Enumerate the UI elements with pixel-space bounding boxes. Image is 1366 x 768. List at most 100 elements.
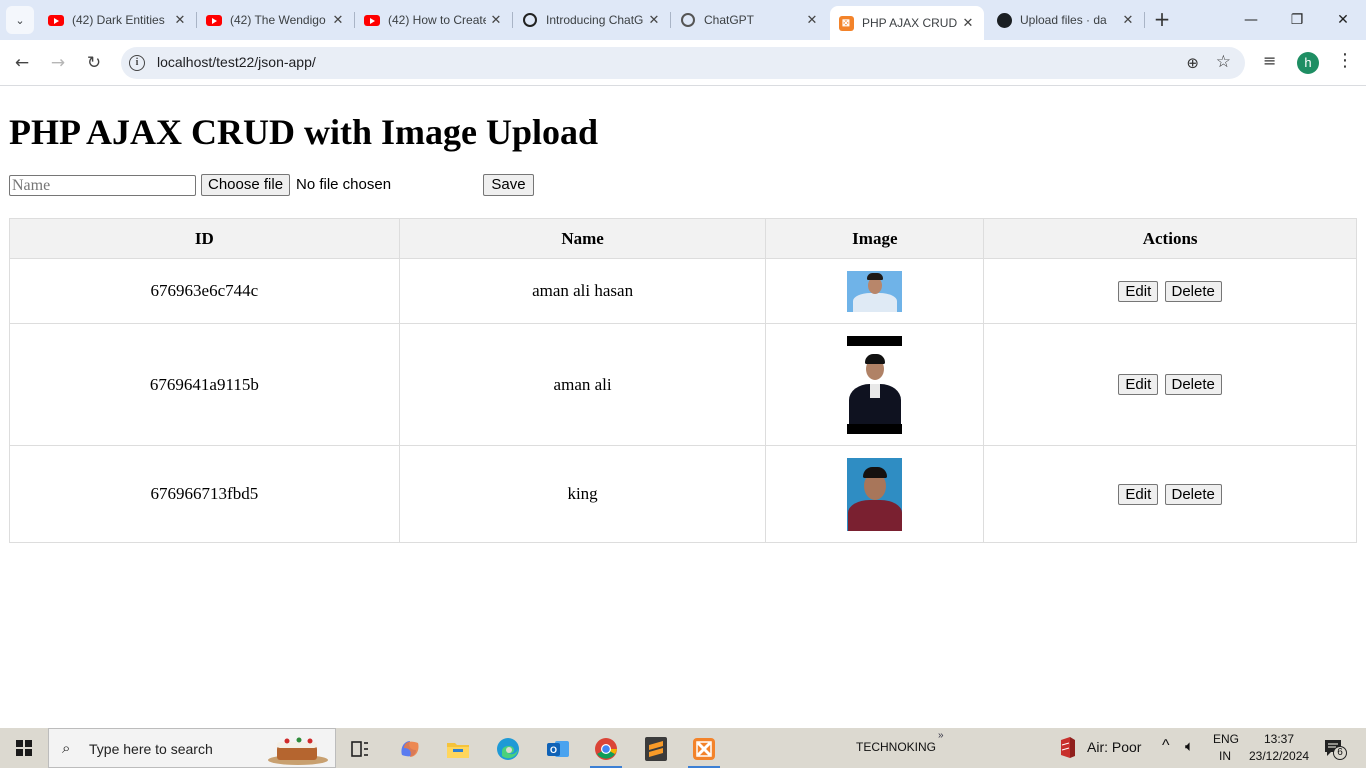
close-tab-icon[interactable]: ✕ xyxy=(802,12,822,28)
reload-icon[interactable]: ↻ xyxy=(80,49,108,77)
menu-kebab-icon[interactable]: ⋮ xyxy=(1336,50,1354,71)
tab-title: (42) Dark Entities xyxy=(72,13,165,27)
tab-title: PHP AJAX CRUD xyxy=(862,16,958,30)
browser-tab-2[interactable]: (42) The Wendigo ✕ xyxy=(198,4,355,36)
browser-tab-active[interactable]: ⊠ PHP AJAX CRUD ✕ xyxy=(830,6,984,40)
row-actions: Edit Delete xyxy=(983,258,1357,324)
file-explorer-icon[interactable] xyxy=(438,732,478,766)
site-info-icon[interactable]: i xyxy=(129,55,145,71)
name-input[interactable] xyxy=(9,175,196,196)
row-name: aman ali xyxy=(398,323,767,446)
close-tab-icon[interactable]: ✕ xyxy=(170,12,190,28)
header-name: Name xyxy=(398,218,767,259)
minimize-icon[interactable]: — xyxy=(1228,0,1274,40)
xampp-taskbar-icon[interactable] xyxy=(684,732,724,768)
technoking-toolbar-label[interactable]: TECHNOKING xyxy=(856,740,936,754)
address-bar[interactable]: i localhost/test22/json-app/ ⊕ ☆ xyxy=(121,47,1245,79)
notification-count-badge: 6 xyxy=(1333,746,1347,760)
clock-time[interactable]: 13:37 xyxy=(1264,732,1294,746)
svg-text:O: O xyxy=(550,745,557,755)
file-status-text: No file chosen xyxy=(296,176,392,193)
save-button[interactable]: Save xyxy=(483,174,534,196)
profile-avatar[interactable]: h xyxy=(1297,52,1319,74)
row-name: king xyxy=(398,445,767,543)
copilot-icon[interactable] xyxy=(390,732,430,766)
browser-tab-1[interactable]: (42) Dark Entities ✕ xyxy=(40,4,197,36)
openai-icon xyxy=(680,12,696,28)
outlook-icon[interactable]: O xyxy=(538,732,578,766)
row-actions: Edit Delete xyxy=(983,323,1357,446)
row-id: 676963e6c744c xyxy=(9,258,400,324)
air-quality-icon xyxy=(1061,737,1075,758)
tab-title: ChatGPT xyxy=(704,13,755,27)
row-image-cell xyxy=(765,258,985,324)
delete-button[interactable]: Delete xyxy=(1164,280,1222,302)
delete-button[interactable]: Delete xyxy=(1164,374,1222,395)
browser-tab-3[interactable]: (42) How to Create ✕ xyxy=(356,4,513,36)
page-title: PHP AJAX CRUD with Image Upload xyxy=(9,112,599,152)
tab-search-button[interactable]: ⌄ xyxy=(6,6,34,34)
tab-title: Introducing ChatGPT xyxy=(546,13,644,27)
row-image-cell xyxy=(765,323,985,446)
youtube-icon xyxy=(364,12,380,28)
choose-file-button[interactable]: Choose file xyxy=(201,174,291,196)
tab-title: Upload files · da xyxy=(1020,13,1107,27)
youtube-icon xyxy=(206,12,222,28)
air-quality-text[interactable]: Air: Poor xyxy=(1087,739,1141,755)
clock-date[interactable]: 23/12/2024 xyxy=(1249,749,1309,763)
search-icon: ⌕ xyxy=(62,739,71,757)
language-bottom[interactable]: IN xyxy=(1219,749,1231,763)
browser-toolbar: ← → ↻ i localhost/test22/json-app/ ⊕ ☆ ≡… xyxy=(0,40,1366,86)
close-tab-icon[interactable]: ✕ xyxy=(1118,12,1138,28)
edit-button[interactable]: Edit xyxy=(1118,483,1159,505)
row-id: 6769641a9115b xyxy=(9,323,400,446)
browser-tab-4[interactable]: Introducing ChatGPT ✕ xyxy=(514,4,671,36)
close-tab-icon[interactable]: ✕ xyxy=(644,12,664,28)
url-text[interactable]: localhost/test22/json-app/ xyxy=(157,54,316,70)
close-tab-icon[interactable]: ✕ xyxy=(958,15,978,31)
bookmark-star-icon[interactable]: ☆ xyxy=(1216,52,1231,72)
profile-photo xyxy=(847,457,903,531)
header-id: ID xyxy=(9,218,400,259)
table-row: 676966713fbd5 king Edit Delete xyxy=(9,445,1357,543)
media-control-icon[interactable]: ≡ xyxy=(1263,51,1276,70)
delete-button[interactable]: Delete xyxy=(1164,483,1222,505)
taskbar-search[interactable]: ⌕ Type here to search xyxy=(48,728,336,768)
sublime-text-icon[interactable] xyxy=(636,732,676,766)
records-table: ID Name Image Actions 676963e6c744c aman… xyxy=(9,218,1357,543)
windows-taskbar: ⌕ Type here to search O TECHNOKING » Air… xyxy=(0,728,1366,768)
table-row: 676963e6c744c aman ali hasan Edit Delete xyxy=(9,258,1357,324)
start-button[interactable] xyxy=(0,728,48,768)
tab-title: (42) How to Create xyxy=(388,13,486,27)
browser-tab-7[interactable]: Upload files · da ✕ xyxy=(988,4,1145,36)
close-tab-icon[interactable]: ✕ xyxy=(486,12,506,28)
task-view-icon[interactable] xyxy=(340,732,380,766)
chevron-up-icon[interactable]: ^ xyxy=(1162,737,1170,755)
table-header-row: ID Name Image Actions xyxy=(9,218,1357,259)
edge-icon[interactable] xyxy=(488,732,528,766)
youtube-icon xyxy=(48,12,64,28)
chevron-down-icon: ⌄ xyxy=(15,13,25,27)
restore-icon[interactable]: ❐ xyxy=(1274,0,1320,40)
profile-photo xyxy=(847,335,903,434)
close-tab-icon[interactable]: ✕ xyxy=(328,12,348,28)
new-tab-icon[interactable]: + xyxy=(1150,8,1174,32)
tab-title: (42) The Wendigo xyxy=(230,13,326,27)
edit-button[interactable]: Edit xyxy=(1118,374,1159,395)
back-arrow-icon[interactable]: ← xyxy=(8,49,36,77)
page-content: PHP AJAX CRUD with Image Upload Choose f… xyxy=(0,87,1366,728)
language-top[interactable]: ENG xyxy=(1213,732,1239,746)
header-actions: Actions xyxy=(983,218,1357,259)
chrome-icon[interactable] xyxy=(586,732,626,768)
edit-button[interactable]: Edit xyxy=(1118,280,1159,302)
profile-photo xyxy=(847,270,903,312)
toolbar-expand-icon[interactable]: » xyxy=(938,730,944,741)
forward-arrow-icon[interactable]: → xyxy=(44,49,72,77)
row-name: aman ali hasan xyxy=(398,258,767,324)
openai-icon xyxy=(522,12,538,28)
browser-tab-5[interactable]: ChatGPT ✕ xyxy=(672,4,828,36)
close-window-icon[interactable]: ✕ xyxy=(1320,0,1366,40)
row-actions: Edit Delete xyxy=(983,445,1357,543)
zoom-icon[interactable]: ⊕ xyxy=(1186,54,1199,72)
speaker-icon[interactable]: 🔈︎ xyxy=(1185,738,1194,755)
